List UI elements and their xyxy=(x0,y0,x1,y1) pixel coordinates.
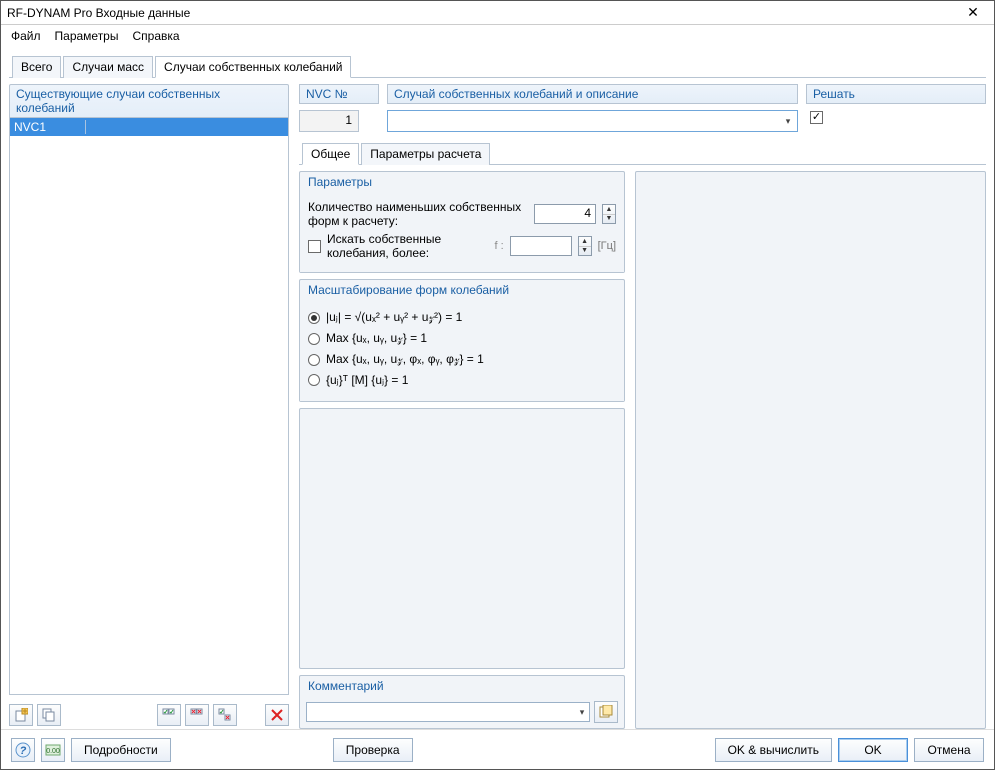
radio-icon xyxy=(308,333,320,345)
ok-calc-button[interactable]: OK & вычислить xyxy=(715,738,832,762)
eigen-case-list[interactable]: NVC1 xyxy=(9,118,289,695)
units-button[interactable]: 0.00 xyxy=(41,738,65,762)
menu-bar: Файл Параметры Справка xyxy=(1,25,994,47)
count-input[interactable]: 4 xyxy=(534,204,596,224)
close-icon[interactable]: ✕ xyxy=(958,4,988,21)
svg-text:0.00: 0.00 xyxy=(46,748,60,755)
params-title: Параметры xyxy=(300,172,624,192)
list-item[interactable]: NVC1 xyxy=(10,118,288,136)
desc-label: Случай собственных колебаний и описание xyxy=(387,84,798,104)
left-toolbar xyxy=(9,701,289,729)
comment-pick-button[interactable] xyxy=(594,701,618,723)
chevron-down-icon: ▾ xyxy=(781,116,795,127)
scaling-opt2[interactable]: Max {uₓ, uᵧ, u𝓏} = 1 xyxy=(308,331,616,346)
radio-icon xyxy=(308,354,320,366)
menu-params[interactable]: Параметры xyxy=(55,29,119,43)
tab-all[interactable]: Всего xyxy=(12,56,61,78)
freq-spinner[interactable]: ▲▼ xyxy=(578,236,592,256)
freq-unit: [Гц] xyxy=(598,240,616,252)
outer-tabs: Всего Случаи масс Случаи собственных кол… xyxy=(9,55,986,78)
tab-calc-params[interactable]: Параметры расчета xyxy=(361,143,490,165)
window-title: RF-DYNAM Pro Входные данные xyxy=(7,6,958,20)
scaling-opt1[interactable]: |uⱼ| = √(uₓ² + uᵧ² + u𝓏²) = 1 xyxy=(308,310,616,325)
radio-icon xyxy=(308,312,320,324)
tab-mass[interactable]: Случаи масс xyxy=(63,56,153,78)
footer: ? 0.00 Подробности Проверка OK & вычисли… xyxy=(1,729,994,769)
search-label: Искать собственные колебания, более: xyxy=(327,232,488,260)
empty-panel xyxy=(299,408,625,669)
toggle-selection-button[interactable] xyxy=(213,704,237,726)
preview-panel xyxy=(635,171,986,729)
help-button[interactable]: ? xyxy=(11,738,35,762)
freq-input[interactable] xyxy=(510,236,572,256)
svg-text:?: ? xyxy=(20,745,27,757)
solve-label: Решать xyxy=(806,84,986,104)
desc-select[interactable]: ▾ xyxy=(387,110,798,132)
details-button[interactable]: Подробности xyxy=(71,738,171,762)
select-all-button[interactable] xyxy=(157,704,181,726)
menu-file[interactable]: Файл xyxy=(11,29,41,43)
delete-item-button[interactable] xyxy=(265,704,289,726)
nvc-label: NVC № xyxy=(299,84,379,104)
menu-help[interactable]: Справка xyxy=(132,29,179,43)
search-checkbox[interactable] xyxy=(308,240,321,253)
comment-select[interactable]: ▾ xyxy=(306,702,590,722)
new-item-button[interactable] xyxy=(9,704,33,726)
solve-checkbox[interactable]: ✓ xyxy=(810,111,823,124)
deselect-all-button[interactable] xyxy=(185,704,209,726)
freq-prefix: f : xyxy=(494,240,503,252)
radio-icon xyxy=(308,374,320,386)
cancel-button[interactable]: Отмена xyxy=(914,738,984,762)
scaling-opt3[interactable]: Max {uₓ, uᵧ, u𝓏, φₓ, φᵧ, φ𝓏} = 1 xyxy=(308,352,616,367)
list-item-id: NVC1 xyxy=(10,120,86,134)
nvc-number-field: 1 xyxy=(299,110,359,132)
comment-title: Комментарий xyxy=(300,676,624,696)
check-button[interactable]: Проверка xyxy=(333,738,413,762)
copy-item-button[interactable] xyxy=(37,704,61,726)
scaling-title: Масштабирование форм колебаний xyxy=(300,280,624,300)
chevron-down-icon: ▾ xyxy=(575,707,589,718)
tab-eigen[interactable]: Случаи собственных колебаний xyxy=(155,56,351,78)
count-spinner[interactable]: ▲▼ xyxy=(602,204,616,224)
scaling-section: Масштабирование форм колебаний |uⱼ| = √(… xyxy=(299,279,625,402)
inner-tabs: Общее Параметры расчета xyxy=(299,142,986,165)
ok-button[interactable]: OK xyxy=(838,738,908,762)
count-label: Количество наименьших собственных форм к… xyxy=(308,200,528,228)
comment-section: Комментарий ▾ xyxy=(299,675,625,729)
params-section: Параметры Количество наименьших собствен… xyxy=(299,171,625,273)
scaling-opt4[interactable]: {uⱼ}ᵀ [M] {uⱼ} = 1 xyxy=(308,373,616,387)
tab-general[interactable]: Общее xyxy=(302,143,359,165)
left-list-header: Существующие случаи собственных колебани… xyxy=(9,84,289,118)
